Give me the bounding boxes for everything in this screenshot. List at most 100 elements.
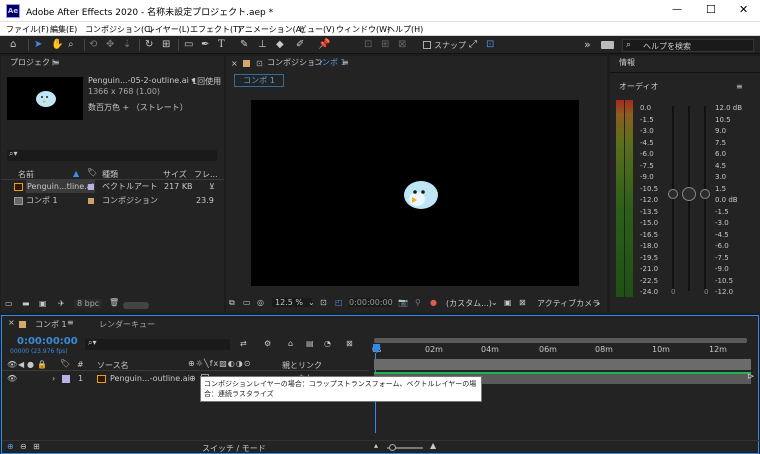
clone-stamp-icon[interactable]: ⊥ [258,39,267,51]
sort-ascending-icon[interactable]: ▲ [73,169,79,178]
zoom-in-icon[interactable]: ▲ [430,441,436,450]
composition-lock-icon[interactable] [243,60,250,67]
selection-tool-icon[interactable]: ➤ [34,39,42,51]
rectangle-tool-icon[interactable]: ▭ [184,39,193,51]
draft-3d-icon[interactable]: ⚙ [264,339,271,348]
maximize-button[interactable]: ☐ [706,3,716,16]
bit-depth-button[interactable]: 8 bpc [74,299,103,308]
fast-preview-icon[interactable]: ▣ [504,298,512,307]
audio-title[interactable]: オーディオ [619,80,658,94]
comp-panel-name[interactable]: コンポ 1 [314,56,346,70]
label-column-icon[interactable]: 🏷 [87,168,97,177]
eraser-tool-icon[interactable]: ◆ [276,39,284,51]
interpret-footage-icon[interactable]: ▭ [5,299,13,308]
show-snapshot-icon[interactable]: ⚲ [415,298,421,307]
rotate-tool-icon[interactable]: ↻ [145,39,153,51]
layer-name[interactable]: Penguin...-outline.ai [110,372,190,385]
lock-icon[interactable]: 🔒 [37,360,47,369]
menu-composition[interactable]: コンポジション(C) [85,24,153,35]
zoom-tool-icon[interactable]: ⌕ [68,39,74,51]
label-column-icon[interactable]: 🏷 [60,359,70,368]
workspace-icon[interactable] [601,41,614,49]
column-parent-link[interactable]: 親とリンク [282,360,322,371]
solo-icon[interactable]: ● [27,360,34,369]
panel-menu-icon[interactable]: ≡ [342,56,349,70]
current-timecode[interactable]: 0:00:00:00 [17,336,78,347]
collapse-switch-icon[interactable]: ⊕ [189,372,196,385]
menu-file[interactable]: ファイル(F) [6,24,49,35]
monitor-icon[interactable]: ▭ [243,298,251,307]
visibility-icon[interactable]: 👁 [7,372,17,385]
zoom-slider-handle[interactable] [389,444,396,451]
panel-menu-icon[interactable]: ≡ [67,318,74,327]
resolution-dropdown[interactable]: (カスタム...) [443,298,496,309]
expand-chevron-icon[interactable]: › [52,372,55,385]
toggle-switches-modes[interactable]: スイッチ / モード [202,443,266,454]
brush-tool-icon[interactable]: ✎ [240,39,248,51]
menu-window[interactable]: ウィンドウ(W) [336,24,390,35]
shy-layers-icon[interactable]: ⌂ [288,339,293,348]
fit-icon[interactable]: ⊡ [320,298,327,307]
puppet-pin-icon[interactable]: 📌 [318,39,330,51]
type-tool-icon[interactable]: T [218,39,225,51]
comp-tab[interactable]: コンポ 1 [234,74,284,87]
menu-animation[interactable]: アニメーション(A) [237,24,304,35]
dolly-camera-icon[interactable]: ⇣ [123,39,131,51]
label-swatch[interactable] [62,375,70,383]
fader-knob-center[interactable] [682,187,696,201]
fader-knob-left[interactable] [668,189,678,199]
close-panel-icon[interactable]: × [8,318,15,327]
keyframe-nav-icon[interactable]: ⊳ [747,372,755,382]
frame-blending-icon[interactable]: ▤ [306,339,314,348]
panel-menu-icon[interactable]: ≡ [736,80,743,94]
expand-workspaces-button[interactable]: » [584,38,591,51]
work-area-bar[interactable] [374,338,747,343]
snap-option-icon[interactable]: ⤢ [469,39,477,51]
adjust-settings-icon[interactable]: ✈ [58,299,65,308]
new-composition-icon[interactable]: ▣ [39,299,47,308]
hand-tool-icon[interactable]: ✋ [51,39,63,51]
visibility-icon[interactable]: 👁 [7,360,17,369]
transparency-grid-icon[interactable]: ⊠ [519,298,526,307]
comp-mini-flowchart-icon[interactable]: ⇄ [240,339,247,348]
roto-brush-icon[interactable]: ✐ [296,39,304,51]
in-out-icon[interactable]: ⊞ [33,442,40,451]
project-search-field[interactable]: ⌕▾ [7,149,217,161]
timeline-tab[interactable]: コンポ 1 [35,319,67,330]
menu-effect[interactable]: エフェクト(T) [190,24,241,35]
layer-switches-icon[interactable]: ⊕ [7,442,14,451]
layer-duration-bar[interactable] [374,359,751,370]
label-swatch[interactable] [88,198,94,204]
comp-flowchart-icon[interactable]: ⊡ [256,57,263,71]
render-queue-tab[interactable]: レンダーキュー [99,319,155,330]
region-icon[interactable]: ◰ [335,298,343,307]
ruler[interactable]: 0s 02m 04m 06m 08m 10m 12m [369,344,758,358]
snap-feature-icon[interactable]: ⊡ [486,39,494,51]
label-swatch[interactable] [88,184,94,190]
pan-camera-icon[interactable]: ✥ [106,39,114,51]
new-folder-icon[interactable]: ▬ [22,299,30,308]
menu-layer[interactable]: レイヤー(L) [147,24,189,35]
snap-checkbox[interactable] [423,41,431,49]
color-channel-icon[interactable]: ● [430,298,437,307]
snapshot-icon[interactable]: 📷 [398,298,408,307]
axis-local-icon[interactable]: ⊡ [364,39,372,51]
home-icon[interactable]: ⌂ [10,39,16,51]
project-item-ai[interactable]: Penguin...tline.ai ベクトルアート 217 KB ⊻ [1,180,224,193]
selected-item-name[interactable]: Penguin...-05-2-outline.ai ▾ [88,76,195,85]
orbit-camera-icon[interactable]: ⟲ [89,39,97,51]
axis-world-icon[interactable]: ⊞ [381,39,389,51]
menu-edit[interactable]: 編集(E) [50,24,77,35]
column-source-name[interactable]: ソース名 [97,360,129,371]
zoom-out-icon[interactable]: ▴ [374,441,378,450]
project-item-comp[interactable]: コンポ 1 コンポジション 23.9 [1,194,224,207]
transfer-controls-icon[interactable]: ⊖ [20,442,27,451]
comp-viewer[interactable] [251,100,579,286]
anchor-tool-icon[interactable]: ⊞ [162,39,170,51]
always-preview-icon[interactable]: ⧉ [229,298,235,308]
project-panel-title[interactable]: プロジェクト [10,56,58,70]
motion-blur-icon[interactable]: ◔ [324,339,331,348]
column-name[interactable]: 名前 [18,169,34,180]
thumbnail-slider[interactable] [123,302,149,309]
column-size[interactable]: サイズ [163,169,187,180]
